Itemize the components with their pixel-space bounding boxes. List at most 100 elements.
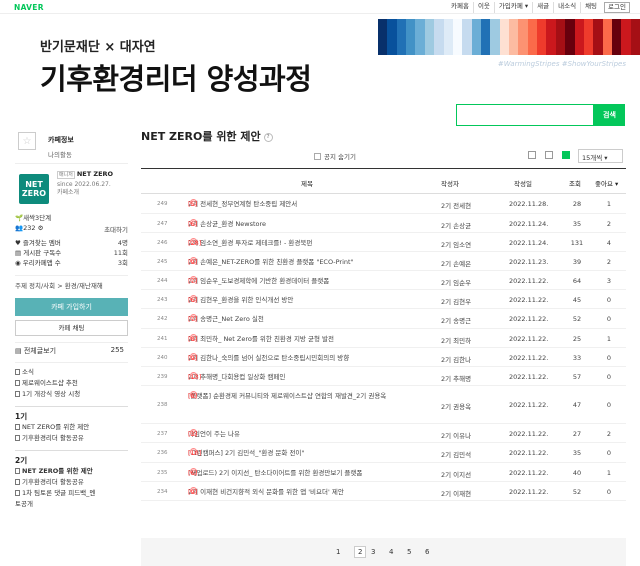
post-likes: 1 <box>606 200 612 208</box>
table-row[interactable]: 234 2기 이재현 비건지향적 외식 문화를 위한 앱 '비요더' 제안 n [9… <box>141 482 626 501</box>
post-author[interactable]: 2기 임순우 <box>441 277 471 287</box>
post-author[interactable]: 2기 김한나 <box>441 354 471 364</box>
comment-count[interactable]: [9] <box>188 257 197 267</box>
board-item-news[interactable]: 소식 <box>15 367 128 378</box>
stripe <box>602 19 612 55</box>
comment-count[interactable]: [13] <box>188 372 201 382</box>
post-likes: 0 <box>606 373 612 381</box>
search-input[interactable] <box>456 104 594 126</box>
cafe-chat-button[interactable]: 카페 채팅 <box>15 320 128 336</box>
star-icon[interactable]: ☆ <box>18 132 36 150</box>
page-link-1[interactable]: 1 <box>336 548 340 556</box>
post-author[interactable]: 2기 김민석 <box>441 449 471 459</box>
stripe <box>387 19 397 55</box>
board-item-gen1-activity[interactable]: 기후환경리더 활동공유 <box>15 433 128 444</box>
table-row[interactable]: 245 2기 손예은_NET-ZERO를 위한 친환경 플랫폼 "ECO-Prin… <box>141 252 626 271</box>
table-row[interactable]: 244 2기 임순우_도보경제학에 기반한 환경데이터 플랫폼 n [7] 2기 임순… <box>141 271 626 290</box>
board-item-gen1-proposal[interactable]: NET ZERO를 위한 제안 <box>15 422 128 433</box>
post-likes: 0 <box>606 354 612 362</box>
manager-name[interactable]: NET ZERO <box>77 170 113 178</box>
post-author[interactable]: 2기 손상균 <box>441 220 471 230</box>
comment-count[interactable]: [6] <box>188 219 197 229</box>
post-date: 2022.11.23. <box>509 258 549 266</box>
comment-count[interactable]: [8] <box>188 334 197 344</box>
cafe-intro-link[interactable]: 카페소개 <box>57 189 79 196</box>
cafe-icon[interactable]: NET ZERO <box>19 174 49 204</box>
comment-count[interactable]: [8] <box>188 391 197 401</box>
board-item-gen2-feedback[interactable]: 1차 팀토론 댓글 피드백_멘 <box>15 488 128 499</box>
post-date: 2022.11.22. <box>509 401 549 409</box>
table-row[interactable]: 235 (재업로드) 2기 이지선_ 탄소다이어트를 위한 환경만보기 플랫폼 n … <box>141 463 626 482</box>
page-link-3[interactable]: 3 <box>371 548 375 556</box>
comment-count[interactable]: [9] <box>188 353 197 363</box>
comment-count[interactable]: [5] <box>188 199 197 209</box>
topmenu-neighbors[interactable]: 이웃 <box>472 2 494 13</box>
topmenu-my-news[interactable]: 내소식 <box>553 2 580 13</box>
join-cafe-button[interactable]: 카페 가입하기 <box>15 298 128 316</box>
comment-count[interactable]: [3] <box>188 429 197 439</box>
topmenu-cafe-home[interactable]: 카페홈 <box>447 2 473 13</box>
post-author[interactable]: 2기 권용옥 <box>441 401 471 411</box>
card-view-icon[interactable] <box>528 151 536 159</box>
table-row[interactable]: 241 2기 최민하_ Net Zero를 위한 친환경 지방 균형 발전 n [8… <box>141 329 626 348</box>
table-row[interactable]: 237 아임언이 주는 나유 n [3] 2기 이유나 2022.11.22. 27 2 <box>141 424 626 443</box>
table-row[interactable]: 242 2기 송명근_Net Zero 실천 n [7] 2기 송명근 2022.11.… <box>141 309 626 329</box>
table-row[interactable]: 236 [그린캠퍼스] 2기 김민석_"환경 문화 전이" n [10] 2기 김민석… <box>141 443 626 463</box>
table-row[interactable]: 247 2기 손상균_환경 Newstore n [6] 2기 손상균 2022.11.… <box>141 214 626 233</box>
naver-logo[interactable]: NAVER <box>14 3 44 12</box>
topmenu-joined-cafes[interactable]: 가입카페 ▾ <box>493 2 532 13</box>
table-row[interactable]: 239 2기 추해명_다회용컵 일상화 캠페인 n [13] 2기 추해명 2022.1… <box>141 367 626 386</box>
page-link-5[interactable]: 5 <box>407 548 411 556</box>
post-author[interactable]: 2기 송명근 <box>441 315 471 325</box>
stripe <box>509 19 519 55</box>
post-author[interactable]: 2기 이지선 <box>441 469 471 479</box>
post-number: 237 <box>157 431 168 437</box>
invite-link[interactable]: 초대하기 <box>104 224 128 234</box>
board-item-gen2-proposal[interactable]: NET ZERO를 위한 제안 <box>15 466 128 477</box>
category-path[interactable]: 주제 정치/사회 > 환경/재난재해 <box>15 275 128 294</box>
comment-count[interactable]: [6] <box>188 295 197 305</box>
stripe <box>565 19 575 55</box>
topmenu-new-posts[interactable]: 새글 <box>532 2 553 13</box>
topmenu-chat[interactable]: 채팅 <box>580 2 601 13</box>
board-item-opening-video[interactable]: 1기 개강식 영상 시청 <box>15 389 128 400</box>
post-author[interactable]: 2기 이재현 <box>441 488 471 498</box>
comment-count[interactable]: [6] <box>188 468 197 478</box>
post-date: 2022.11.22. <box>509 449 549 457</box>
tab-my-activity[interactable]: 나의활동 <box>48 149 72 159</box>
help-icon[interactable]: ? <box>263 133 273 142</box>
list-view-icon[interactable] <box>562 151 570 159</box>
comment-count[interactable]: [10] <box>188 448 201 458</box>
post-author[interactable]: 2기 추해명 <box>441 373 471 383</box>
page-link-4[interactable]: 4 <box>389 548 393 556</box>
login-button[interactable]: 로그인 <box>604 2 630 13</box>
comment-count[interactable]: [7] <box>188 314 197 324</box>
board-item-gen2-feedback-cont[interactable]: 토공개 <box>15 499 128 510</box>
board-item-zerowaste[interactable]: 제로웨이스트샵 추천 <box>15 378 128 389</box>
comment-count[interactable]: [7] <box>188 276 197 286</box>
post-author[interactable]: 2기 이유나 <box>441 430 471 440</box>
table-row[interactable]: 238 [플랫폼] 순환경제 커뮤니티와 제로웨이스트샵 연합의 재발견_2기 권… <box>141 386 626 424</box>
search-button[interactable]: 검색 <box>594 104 625 126</box>
per-page-select[interactable]: 15개씩 ▾ <box>578 149 623 163</box>
post-author[interactable]: 2기 김현우 <box>441 296 471 306</box>
post-views: 35 <box>572 449 582 457</box>
hide-notice-checkbox[interactable]: 공지 숨기기 <box>314 151 356 161</box>
board-item-gen2-activity[interactable]: 기후환경리더 활동공유 <box>15 477 128 488</box>
table-row[interactable]: 249 2기 전세현_정부연계형 탄소중립 제안서 n [5] 2기 전세현 2022.… <box>141 194 626 214</box>
all-posts-link[interactable]: ▤ 전체글보기 255 <box>15 342 128 358</box>
post-author[interactable]: 2기 임소연 <box>441 239 471 249</box>
post-author[interactable]: 2기 손예은 <box>441 258 471 268</box>
table-row[interactable]: 246 2기 임소연_환경 투자로 제테크를! - 환경북펀 n [28] 2기 임소… <box>141 233 626 252</box>
table-row[interactable]: 240 2기 김한나_숙의를 넘어 실천으로 탄소중립시민회의의 방향 n [9] 2… <box>141 348 626 367</box>
tab-cafe-info[interactable]: 카페정보 <box>48 135 74 145</box>
table-row[interactable]: 243 2기 김현우_환경을 위한 인식개선 방안 n [6] 2기 김현우 2022.… <box>141 290 626 309</box>
page-link-6[interactable]: 6 <box>425 548 429 556</box>
col-likes[interactable]: 좋아요 ▾ <box>595 178 618 188</box>
album-view-icon[interactable] <box>545 151 553 159</box>
post-author[interactable]: 2기 전세현 <box>441 200 471 210</box>
post-author[interactable]: 2기 최민하 <box>441 335 471 345</box>
page-link-2[interactable]: 2 <box>354 546 367 558</box>
comment-count[interactable]: [28] <box>188 238 201 248</box>
comment-count[interactable]: [9] <box>188 487 197 497</box>
